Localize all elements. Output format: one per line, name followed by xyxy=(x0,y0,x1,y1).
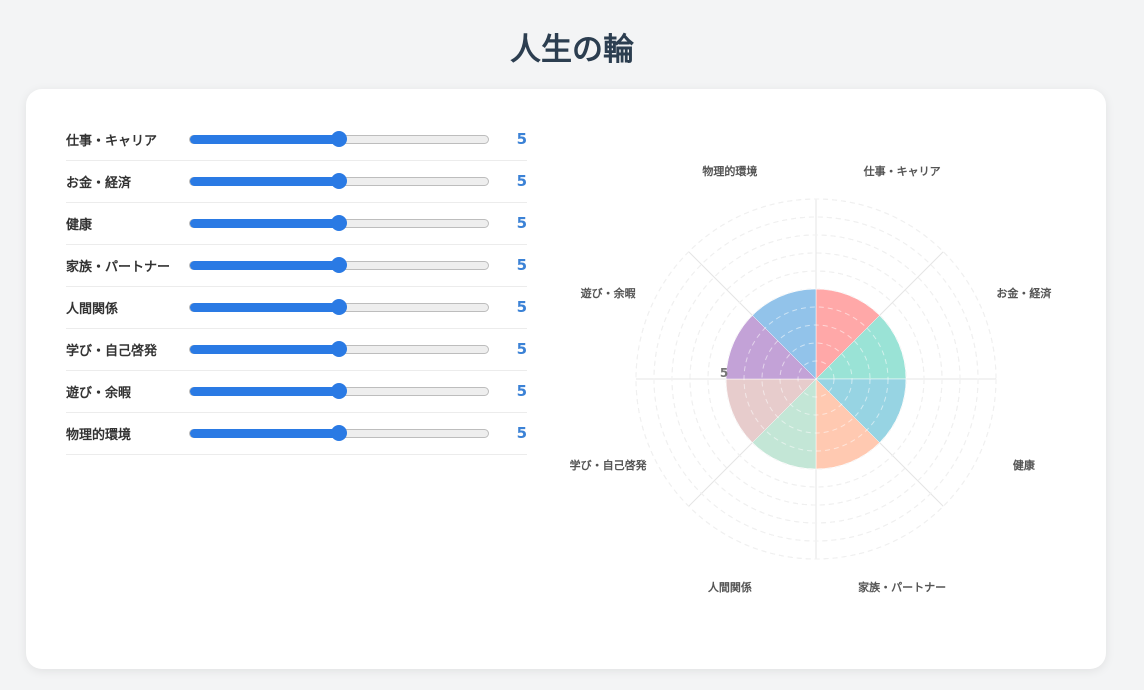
slider-label: 仕事・キャリア xyxy=(66,134,158,149)
category-label: お金・経済 xyxy=(996,286,1052,300)
wheel-card: 仕事・キャリア 5 お金・経済 5 健康 5 家族・パートナー 5 人間関係 5… xyxy=(26,89,1106,669)
slider-label: 遊び・余暇 xyxy=(66,386,132,401)
slider-value: 5 xyxy=(516,256,527,274)
slider-label: 物理的環境 xyxy=(66,428,132,443)
slider-row: 仕事・キャリア 5 xyxy=(66,119,527,161)
page-title: 人生の輪 xyxy=(510,32,634,68)
category-label: 家族・パートナー xyxy=(858,580,946,594)
slider-track[interactable] xyxy=(189,215,489,231)
slider-row: お金・経済 5 xyxy=(66,161,527,203)
slider-row: 物理的環境 5 xyxy=(66,413,527,455)
category-label: 学び・自己啓発 xyxy=(570,458,648,472)
slider-fill xyxy=(190,177,339,186)
slider-track[interactable] xyxy=(189,383,489,399)
slider-value: 5 xyxy=(516,382,527,400)
slider-thumb[interactable] xyxy=(331,131,347,147)
slider-label: 学び・自己啓発 xyxy=(66,344,158,359)
slider-thumb[interactable] xyxy=(331,257,347,273)
category-label: 健康 xyxy=(1013,458,1036,472)
slider-thumb[interactable] xyxy=(331,173,347,189)
slider-label: 人間関係 xyxy=(66,302,119,317)
slider-label: お金・経済 xyxy=(66,176,132,191)
slider-panel: 仕事・キャリア 5 お金・経済 5 健康 5 家族・パートナー 5 人間関係 5… xyxy=(66,119,527,455)
slider-thumb[interactable] xyxy=(331,383,347,399)
slider-value: 5 xyxy=(516,172,527,190)
slider-row: 学び・自己啓発 5 xyxy=(66,329,527,371)
slider-row: 健康 5 xyxy=(66,203,527,245)
category-label: 遊び・余暇 xyxy=(581,286,636,300)
slider-fill xyxy=(190,261,339,270)
scale-label: 5 xyxy=(720,366,728,380)
slider-label: 健康 xyxy=(66,218,93,233)
category-label: 物理的環境 xyxy=(702,164,757,178)
category-label: 仕事・キャリア xyxy=(863,164,941,178)
slider-row: 人間関係 5 xyxy=(66,287,527,329)
slider-row: 遊び・余暇 5 xyxy=(66,371,527,413)
slider-thumb[interactable] xyxy=(331,299,347,315)
slider-fill xyxy=(190,303,339,312)
life-wheel-chart: 5 仕事・キャリアお金・経済健康家族・パートナー 人間関係 学び・自己啓発遊び・余暇 物… xyxy=(570,164,1053,594)
slider-row: 家族・パートナー 5 xyxy=(66,245,527,287)
slider-thumb[interactable] xyxy=(331,425,347,441)
slider-fill xyxy=(190,387,339,396)
slider-fill xyxy=(190,429,339,438)
slider-value: 5 xyxy=(516,298,527,316)
slider-fill xyxy=(190,135,339,144)
slider-track[interactable] xyxy=(189,173,489,189)
slider-thumb[interactable] xyxy=(331,215,347,231)
slider-fill xyxy=(190,345,339,354)
slider-value: 5 xyxy=(516,130,527,148)
slider-value: 5 xyxy=(516,340,527,358)
slider-thumb[interactable] xyxy=(331,341,347,357)
slider-label: 家族・パートナー xyxy=(66,260,171,275)
slider-track[interactable] xyxy=(189,257,489,273)
slider-track[interactable] xyxy=(189,131,489,147)
slider-track[interactable] xyxy=(189,425,489,441)
slider-track[interactable] xyxy=(189,299,489,315)
slider-value: 5 xyxy=(516,214,527,232)
slider-value: 5 xyxy=(516,424,527,442)
category-label: 人間関係 xyxy=(708,580,752,594)
slider-track[interactable] xyxy=(189,341,489,357)
slider-fill xyxy=(190,219,339,228)
